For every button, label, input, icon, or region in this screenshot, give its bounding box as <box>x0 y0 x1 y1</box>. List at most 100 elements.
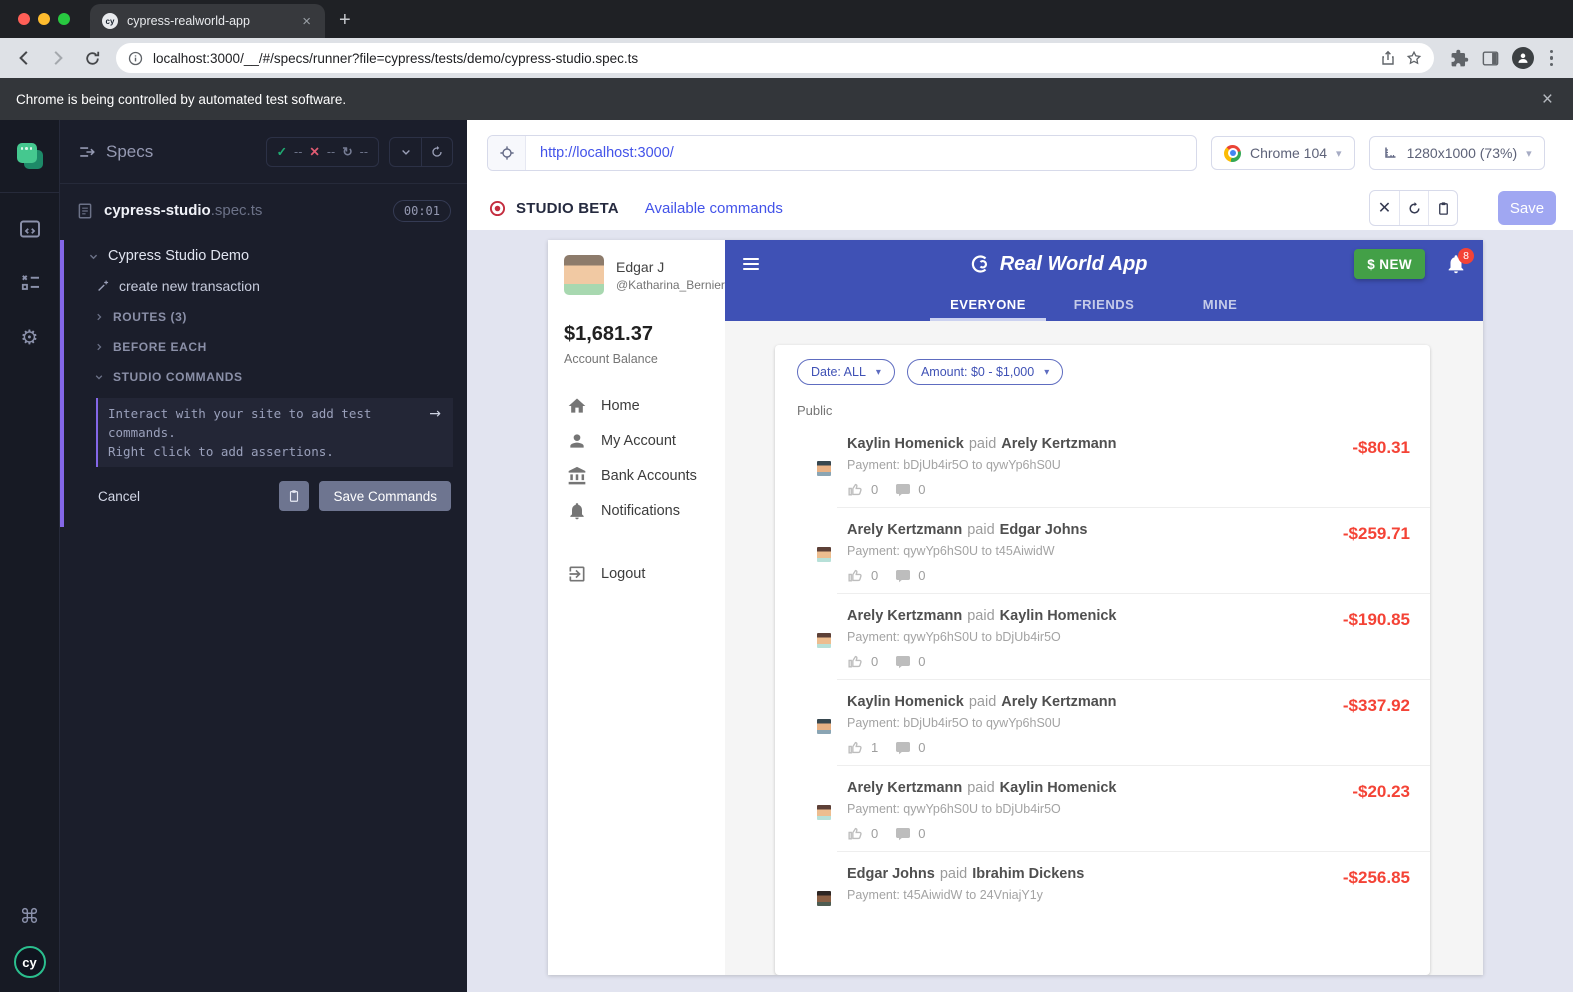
like-icon[interactable] <box>847 825 864 842</box>
amount-filter-chip[interactable]: Amount: $0 - $1,000 ▾ <box>907 359 1063 385</box>
window-controls <box>0 0 90 38</box>
nav-item-notifications[interactable]: Notifications <box>548 493 725 528</box>
maximize-window-button[interactable] <box>58 13 70 25</box>
transaction-detail: Payment: bDjUb4ir5O to qywYp6hS0U <box>847 458 1352 472</box>
transaction-row[interactable]: Kaylin Homenick paid Arely Kertzmann Pay… <box>775 422 1430 508</box>
date-filter-chip[interactable]: Date: ALL ▾ <box>797 359 895 385</box>
tab-everyone[interactable]: EVERYONE <box>930 288 1046 321</box>
close-window-button[interactable] <box>18 13 30 25</box>
tab-close-icon[interactable]: × <box>298 12 315 31</box>
transaction-row[interactable]: Arely Kertzmann paid Kaylin Homenick Pay… <box>775 766 1430 852</box>
transaction-row[interactable]: Arely Kertzmann paid Edgar Johns Payment… <box>775 508 1430 594</box>
transaction-row[interactable]: Kaylin Homenick paid Arely Kertzmann Pay… <box>775 680 1430 766</box>
rail-item-debug[interactable] <box>10 263 50 303</box>
site-info-icon[interactable] <box>128 51 143 66</box>
studio-copy-button[interactable] <box>1428 191 1457 225</box>
suite-row[interactable]: Cypress Studio Demo <box>64 240 467 272</box>
comment-icon[interactable] <box>895 482 911 498</box>
copy-commands-button[interactable] <box>279 481 309 511</box>
minimize-window-button[interactable] <box>38 13 50 25</box>
before-each-group-row[interactable]: BEFORE EACH <box>64 332 467 362</box>
spec-file-row[interactable]: cypress-studio.spec.ts 00:01 <box>60 184 467 232</box>
comment-icon[interactable] <box>895 568 911 584</box>
viewport-selector[interactable]: 1280x1000 (73%) ▾ <box>1369 136 1545 170</box>
url-text: localhost:3000/__/#/specs/runner?file=cy… <box>153 51 1370 66</box>
studio-restart-button[interactable] <box>1399 191 1428 225</box>
spec-file-icon <box>76 202 94 220</box>
nav-item-home[interactable]: Home <box>548 388 725 423</box>
back-button[interactable] <box>10 44 38 72</box>
notifications-button[interactable]: 8 <box>1445 253 1467 275</box>
like-icon[interactable] <box>847 567 864 584</box>
chevron-down-icon <box>88 251 99 262</box>
comment-icon[interactable] <box>895 826 911 842</box>
chevron-down-icon <box>400 146 412 158</box>
transaction-detail: Payment: bDjUb4ir5O to qywYp6hS0U <box>847 716 1343 730</box>
cypress-logo[interactable]: cy <box>14 946 46 978</box>
share-icon[interactable] <box>1380 50 1396 66</box>
browser-menu-icon[interactable] <box>1546 50 1558 67</box>
transaction-social: 0 0 <box>847 653 1343 670</box>
nav-item-bank-accounts[interactable]: Bank Accounts <box>548 458 725 493</box>
save-commands-button[interactable]: Save Commands <box>319 481 451 511</box>
tab-mine[interactable]: MINE <box>1162 288 1278 321</box>
side-panel-icon[interactable] <box>1481 49 1500 68</box>
run-stats: ✓ -- ✕ -- ↻ -- <box>266 137 379 167</box>
transaction-row[interactable]: Edgar Johns paid Ibrahim Dickens Payment… <box>775 852 1430 916</box>
clipboard-icon <box>1436 201 1451 216</box>
cancel-button[interactable]: Cancel <box>98 489 140 504</box>
test-row[interactable]: create new transaction <box>64 272 467 302</box>
browser-tab[interactable]: cy cypress-realworld-app × <box>90 4 325 38</box>
new-transaction-button[interactable]: $ NEW <box>1354 249 1425 279</box>
studio-hint-line2: Right click to add assertions. <box>108 442 419 461</box>
back-arrow-icon <box>15 49 33 67</box>
nav-item-my-account[interactable]: My Account <box>548 423 725 458</box>
transaction-row[interactable]: Arely Kertzmann paid Kaylin Homenick Pay… <box>775 594 1430 680</box>
spec-extension: .spec.ts <box>211 202 263 219</box>
nav-item-logout[interactable]: Logout <box>548 556 725 591</box>
like-count: 1 <box>871 740 878 755</box>
studio-save-button[interactable]: Save <box>1498 191 1556 225</box>
address-bar[interactable]: localhost:3000/__/#/specs/runner?file=cy… <box>116 43 1434 73</box>
studio-close-button[interactable]: ✕ <box>1370 191 1399 225</box>
extensions-icon[interactable] <box>1450 49 1469 68</box>
reload-button[interactable] <box>78 44 106 72</box>
hamburger-menu-icon[interactable] <box>741 254 761 274</box>
rail-divider <box>0 192 60 193</box>
bank-icon <box>567 466 587 486</box>
like-icon[interactable] <box>847 481 864 498</box>
transaction-action: paid <box>967 780 994 796</box>
transaction-action: paid <box>940 866 967 882</box>
browser-selector[interactable]: Chrome 104 ▾ <box>1211 136 1355 170</box>
pending-count: -- <box>360 145 368 159</box>
nav-label: My Account <box>601 433 676 449</box>
forward-button[interactable] <box>44 44 72 72</box>
chevron-right-icon <box>94 312 104 322</box>
like-icon[interactable] <box>847 739 864 756</box>
selector-playground-button[interactable] <box>488 136 526 170</box>
home-icon <box>567 396 587 416</box>
comment-icon[interactable] <box>895 740 911 756</box>
like-icon[interactable] <box>847 653 864 670</box>
collapse-button[interactable] <box>390 138 421 166</box>
aut-url-bar[interactable]: http://localhost:3000/ <box>487 135 1197 171</box>
transaction-action: paid <box>967 608 994 624</box>
pending-icon: ↻ <box>342 144 352 159</box>
studio-commands-group-row[interactable]: STUDIO COMMANDS <box>64 362 467 392</box>
keyboard-shortcuts-icon[interactable]: ⌘ <box>20 904 40 928</box>
nav-label: Bank Accounts <box>601 468 697 484</box>
real-world-app: Edgar J @Katharina_Bernier $1,681.37 Acc… <box>548 240 1483 975</box>
available-commands-link[interactable]: Available commands <box>645 200 783 217</box>
profile-avatar[interactable] <box>1512 47 1534 69</box>
new-tab-button[interactable]: + <box>325 9 365 38</box>
rail-item-settings[interactable]: ⚙ <box>10 317 50 357</box>
rail-item-specs[interactable] <box>10 136 50 176</box>
routes-group-row[interactable]: ROUTES (3) <box>64 302 467 332</box>
banner-close-icon[interactable]: × <box>1542 90 1553 109</box>
tab-friends[interactable]: FRIENDS <box>1046 288 1162 321</box>
comment-icon[interactable] <box>895 654 911 670</box>
rerun-button[interactable] <box>421 138 452 166</box>
test-title: create new transaction <box>119 278 260 294</box>
rail-item-runs[interactable] <box>10 209 50 249</box>
bookmark-star-icon[interactable] <box>1406 50 1422 66</box>
